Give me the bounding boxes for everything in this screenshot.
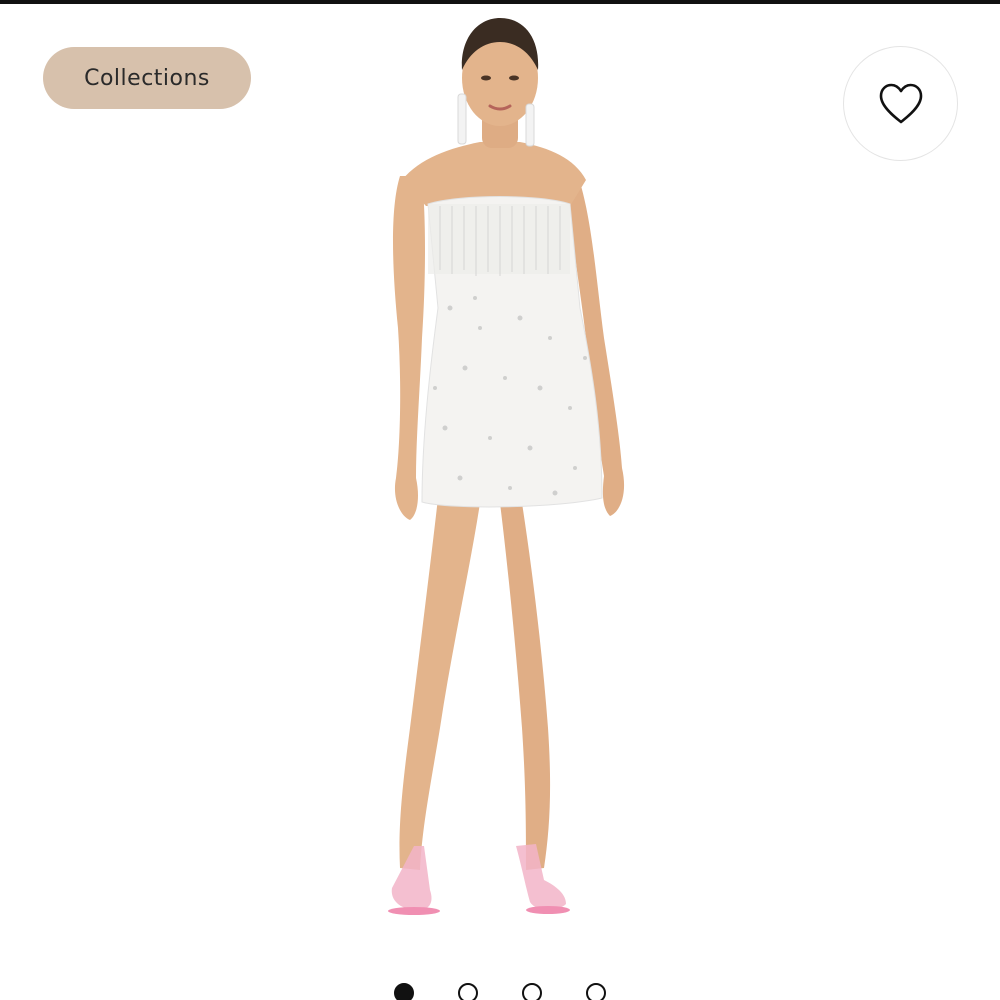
- carousel-dot-2[interactable]: [458, 983, 478, 1000]
- carousel-dot-1[interactable]: [394, 983, 414, 1000]
- favorite-button[interactable]: [843, 46, 958, 161]
- carousel-dot-3[interactable]: [522, 983, 542, 1000]
- collections-button[interactable]: Collections: [43, 47, 251, 109]
- product-image[interactable]: [330, 8, 670, 938]
- image-carousel-indicator: [0, 980, 1000, 1000]
- heart-icon: [879, 83, 922, 123]
- top-status-bar: [0, 0, 1000, 4]
- model-legs: [399, 498, 551, 870]
- carousel-dot-4[interactable]: [586, 983, 606, 1000]
